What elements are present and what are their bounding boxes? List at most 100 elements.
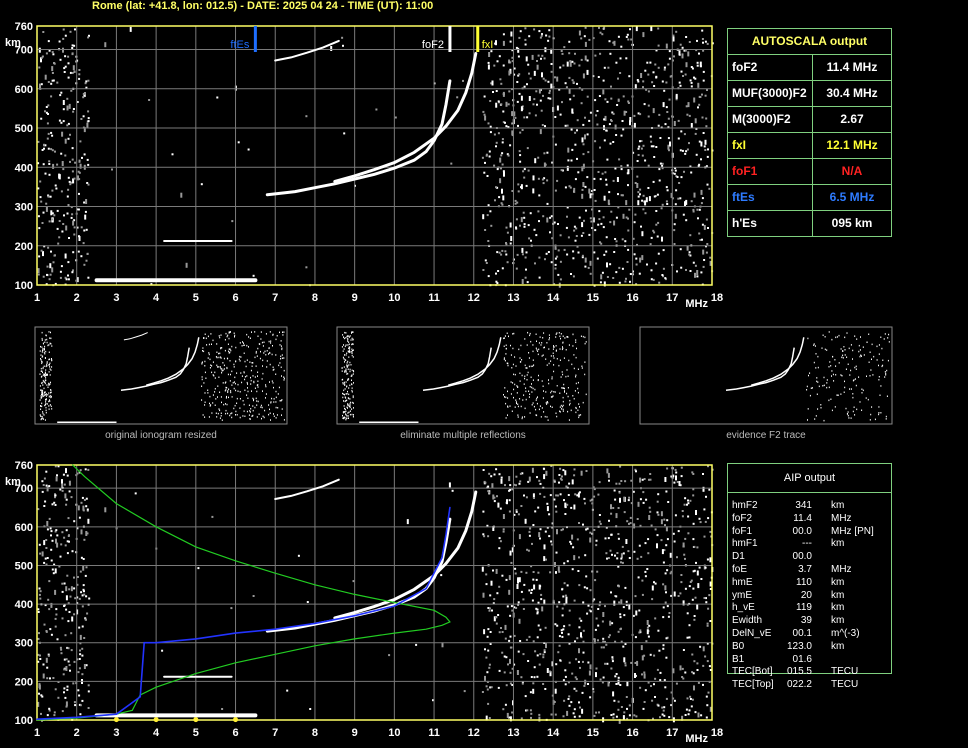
noise-dot — [593, 638, 596, 641]
noise-dot — [704, 149, 707, 151]
noise-dot — [707, 607, 710, 610]
noise-dot — [543, 495, 546, 498]
noise-dot — [661, 706, 664, 709]
noise-dot — [813, 344, 815, 346]
noise-dot — [67, 204, 70, 206]
noise-dot — [694, 264, 697, 267]
noise-dot — [665, 200, 668, 203]
noise-dot — [519, 480, 522, 483]
noise-dot — [41, 346, 43, 348]
noise-dot — [577, 381, 579, 384]
noise-dot — [550, 215, 553, 218]
noise-dot — [669, 141, 671, 147]
noise-dot — [645, 498, 648, 501]
noise-dot — [51, 218, 53, 221]
noise-dot — [39, 180, 42, 183]
noise-dot — [574, 52, 576, 55]
noise-dot — [262, 390, 263, 392]
noise-dot — [42, 349, 44, 351]
noise-dot — [684, 152, 687, 155]
noise-dot — [50, 82, 53, 85]
noise-dot — [518, 150, 521, 153]
noise-dot — [567, 375, 569, 377]
noise-dot — [855, 365, 857, 368]
noise-dot — [38, 66, 41, 69]
noise-dot — [593, 495, 596, 498]
noise-dot — [629, 117, 632, 122]
noise-dot — [520, 590, 523, 593]
noise-dot — [644, 575, 647, 578]
noise-dot — [562, 64, 565, 67]
noise-dot — [586, 587, 589, 590]
noise-dot — [83, 263, 86, 266]
noise-dot — [635, 610, 638, 616]
noise-dot — [51, 539, 54, 542]
noise-dot — [265, 397, 266, 399]
noise-dot — [859, 401, 861, 403]
noise-dot — [270, 419, 271, 421]
noise-dot — [687, 713, 690, 716]
noise-dot — [45, 206, 48, 212]
noise-dot — [346, 364, 348, 366]
noise-dot — [517, 124, 519, 127]
x-tick-label: 16 — [626, 292, 638, 304]
noise-dot — [828, 331, 830, 333]
noise-dot — [79, 649, 81, 652]
noise-dot — [353, 414, 354, 416]
noise-dot — [548, 29, 551, 32]
noise-dot — [574, 239, 577, 242]
noise-dot — [615, 673, 618, 675]
noise-dot — [655, 262, 658, 265]
noise-dot — [54, 150, 56, 153]
noise-dot — [696, 39, 698, 42]
noise-dot — [610, 97, 613, 100]
noise-dot — [556, 385, 558, 387]
noise-dot — [224, 390, 226, 392]
noise-dot — [59, 646, 62, 649]
noise-dot — [533, 28, 536, 31]
noise-dot — [249, 410, 251, 412]
noise-dot — [248, 414, 250, 416]
noise-dot — [633, 714, 636, 717]
noise-dot — [47, 132, 50, 135]
noise-dot — [835, 336, 837, 339]
noise-dot — [693, 618, 696, 621]
noise-dot — [508, 639, 511, 642]
noise-dot — [538, 716, 541, 722]
noise-dot — [42, 673, 45, 679]
noise-dot — [239, 416, 241, 419]
noise-dot — [257, 375, 258, 377]
noise-dot — [63, 214, 65, 217]
y-tick-label: 600 — [15, 84, 33, 96]
noise-dot — [517, 650, 520, 653]
noise-dot — [51, 568, 54, 571]
noise-dot — [693, 569, 696, 572]
noise-dot — [532, 359, 534, 361]
noise-dot — [588, 233, 591, 236]
noise-dot — [60, 543, 63, 546]
x-tick-label: 4 — [153, 292, 160, 304]
noise-dot — [615, 134, 618, 136]
noise-dot — [54, 494, 57, 497]
noise-dot — [259, 357, 261, 360]
noise-dot — [82, 115, 85, 118]
noise-dot — [83, 229, 86, 232]
noise-dot — [517, 190, 520, 193]
noise-dot — [39, 196, 42, 199]
noise-dot — [343, 400, 344, 402]
noise-dot — [252, 274, 255, 277]
noise-dot — [349, 403, 351, 405]
noise-dot — [680, 130, 683, 133]
noise-dot — [505, 402, 507, 405]
noise-dot — [523, 216, 526, 219]
noise-dot — [842, 354, 844, 357]
noise-dot — [584, 554, 587, 557]
y-tick-label: 200 — [15, 241, 33, 253]
noise-dot — [67, 535, 70, 537]
noise-dot — [702, 132, 705, 134]
noise-dot — [568, 419, 570, 421]
noise-dot — [609, 549, 612, 552]
noise-dot — [821, 347, 823, 349]
noise-dot — [694, 272, 696, 278]
noise-dot — [602, 640, 605, 643]
